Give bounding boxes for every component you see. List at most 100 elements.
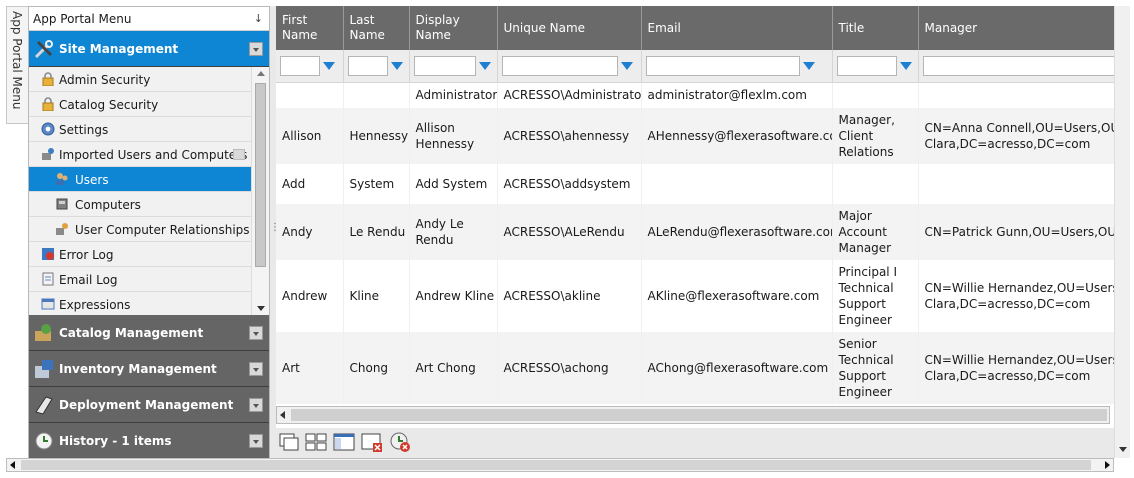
computer-icon bbox=[56, 198, 68, 210]
cell-email: AKline@flexerasoftware.com bbox=[641, 260, 833, 332]
column-header-email[interactable]: Email bbox=[641, 6, 833, 50]
column-header-last-name[interactable]: Last Name bbox=[343, 6, 410, 50]
expressions-icon bbox=[41, 298, 55, 310]
page-horizontal-scrollbar[interactable] bbox=[6, 458, 1114, 472]
tree-item-user-computer-relationships[interactable]: User Computer Relationships bbox=[29, 217, 251, 242]
scroll-up-icon[interactable] bbox=[257, 71, 265, 76]
table-row[interactable]: Andrew Kline Andrew Kline ACRESSO\akline… bbox=[276, 260, 1114, 332]
last-name-filter-input[interactable] bbox=[347, 55, 388, 76]
table-row[interactable]: Administrator ACRESSO\Administrator admi… bbox=[276, 82, 1114, 108]
section-inventory-management[interactable]: Inventory Management bbox=[29, 351, 269, 387]
deployment-icon bbox=[35, 396, 53, 415]
tree-item-computers[interactable]: Computers bbox=[29, 192, 251, 217]
cell-title: Principal I Technical Support Engineer bbox=[832, 260, 919, 332]
chevron-down-icon[interactable] bbox=[249, 326, 263, 340]
cell-unique-name: ACRESSO\achong bbox=[497, 332, 642, 404]
filter-icon[interactable] bbox=[478, 61, 491, 70]
tile-windows-icon[interactable] bbox=[304, 430, 328, 454]
tree-item-error-log[interactable]: Error Log bbox=[29, 242, 251, 267]
scroll-thumb[interactable] bbox=[255, 83, 266, 267]
scroll-down-icon[interactable] bbox=[1119, 447, 1127, 452]
inventory-icon bbox=[35, 360, 53, 378]
cell-email: ALeRendu@flexerasoftware.com bbox=[641, 204, 833, 260]
column-header-title[interactable]: Title bbox=[832, 6, 919, 50]
tree-item-users[interactable]: Users bbox=[29, 167, 251, 192]
section-site-management[interactable]: Site Management bbox=[29, 31, 269, 67]
cell-last-name: Chong bbox=[343, 332, 410, 404]
scroll-thumb[interactable] bbox=[291, 409, 1107, 421]
cell-last-name: Le Rendu bbox=[343, 204, 410, 260]
tree-item-label: Imported Users and Computers bbox=[59, 148, 248, 162]
filter-icon[interactable] bbox=[802, 61, 815, 70]
column-header-display-name[interactable]: Display Name bbox=[409, 6, 498, 50]
unique-name-filter-input[interactable] bbox=[501, 55, 618, 76]
tree-item-settings[interactable]: Settings bbox=[29, 117, 251, 142]
cell-display-name: Add System bbox=[409, 164, 498, 204]
chevron-down-icon[interactable] bbox=[249, 362, 263, 376]
table-row[interactable]: Andy Le Rendu Andy Le Rendu ACRESSO\ALeR… bbox=[276, 204, 1114, 260]
tree-item-label: Admin Security bbox=[59, 73, 151, 87]
cell-first-name: Allison bbox=[276, 108, 344, 164]
first-name-filter-input[interactable] bbox=[280, 55, 320, 76]
page-vertical-scrollbar[interactable] bbox=[1114, 6, 1130, 458]
column-header-first-name[interactable]: First Name bbox=[276, 6, 344, 50]
scroll-down-icon[interactable] bbox=[257, 306, 265, 311]
history-icon bbox=[35, 432, 53, 450]
manager-filter-input[interactable] bbox=[922, 55, 1114, 76]
site-management-tree: Admin Security Catalog Security Settings… bbox=[29, 67, 269, 315]
relationship-icon bbox=[56, 223, 68, 235]
column-header-unique-name[interactable]: Unique Name bbox=[497, 6, 642, 50]
side-tab-label: App Portal Menu bbox=[10, 11, 24, 110]
email-filter-input[interactable] bbox=[645, 55, 800, 76]
cell-display-name: Allison Hennessy bbox=[409, 108, 498, 164]
section-label: Deployment Management bbox=[59, 398, 234, 412]
collapse-toggle[interactable] bbox=[233, 149, 245, 160]
tree-item-imported-users-and-computers[interactable]: Imported Users and Computers bbox=[29, 142, 251, 167]
cell-first-name bbox=[276, 82, 344, 108]
close-window-icon[interactable] bbox=[360, 430, 384, 454]
chevron-down-icon[interactable] bbox=[249, 42, 263, 56]
column-header-manager[interactable]: Manager bbox=[918, 6, 1114, 50]
pin-icon[interactable]: ↓ bbox=[254, 12, 263, 25]
tree-scrollbar[interactable] bbox=[251, 67, 269, 315]
cell-unique-name: ACRESSO\addsystem bbox=[497, 164, 642, 204]
tree-item-expressions[interactable]: Expressions bbox=[29, 292, 251, 315]
table-row[interactable]: Art Chong Art Chong ACRESSO\achong AChon… bbox=[276, 332, 1114, 404]
section-label: Site Management bbox=[59, 42, 179, 56]
cell-manager: CN=Anna Connell,OU=Users,OU=Santa Clara,… bbox=[918, 108, 1114, 164]
gear-icon bbox=[41, 122, 55, 136]
section-catalog-management[interactable]: Catalog Management bbox=[29, 315, 269, 351]
cell-first-name: Andy bbox=[276, 204, 344, 260]
filter-icon[interactable] bbox=[390, 61, 403, 70]
table-row[interactable]: Add System Add System ACRESSO\addsystem bbox=[276, 164, 1114, 204]
table-row[interactable]: Allison Hennessy Allison Hennessy ACRESS… bbox=[276, 108, 1114, 164]
cascade-windows-icon[interactable] bbox=[278, 430, 302, 454]
tree-item-label: Computers bbox=[75, 198, 141, 212]
section-label: History - 1 items bbox=[59, 434, 172, 448]
tree-item-label: Settings bbox=[59, 123, 109, 137]
scroll-right-icon[interactable] bbox=[1105, 461, 1110, 469]
app-portal-menu-side-tab[interactable]: App Portal Menu bbox=[6, 6, 28, 124]
grid-horizontal-scrollbar[interactable] bbox=[276, 406, 1110, 424]
filter-icon[interactable] bbox=[620, 61, 633, 70]
filter-icon[interactable] bbox=[323, 61, 335, 70]
display-name-filter-input[interactable] bbox=[413, 55, 476, 76]
cell-title bbox=[832, 164, 919, 204]
filter-icon[interactable] bbox=[899, 61, 912, 70]
cell-title: Manager, Client Relations bbox=[832, 108, 919, 164]
tree-item-admin-security[interactable]: Admin Security bbox=[29, 67, 251, 92]
cell-manager: CN=Willie Hernandez,OU=Users,OU=Santa Cl… bbox=[918, 332, 1114, 404]
chevron-down-icon[interactable] bbox=[249, 398, 263, 412]
section-history[interactable]: History - 1 items bbox=[29, 423, 269, 459]
scroll-left-icon[interactable] bbox=[280, 411, 285, 419]
section-deployment-management[interactable]: Deployment Management bbox=[29, 387, 269, 423]
tree-item-catalog-security[interactable]: Catalog Security bbox=[29, 92, 251, 117]
title-filter-input[interactable] bbox=[836, 55, 897, 76]
tree-item-email-log[interactable]: Email Log bbox=[29, 267, 251, 292]
layout-icon[interactable] bbox=[332, 430, 356, 454]
chevron-down-icon[interactable] bbox=[249, 434, 263, 448]
tree-item-label: Expressions bbox=[59, 298, 131, 312]
scroll-left-icon[interactable] bbox=[10, 461, 15, 469]
clear-cache-icon[interactable] bbox=[388, 430, 412, 454]
scroll-thumb[interactable] bbox=[21, 460, 1091, 470]
